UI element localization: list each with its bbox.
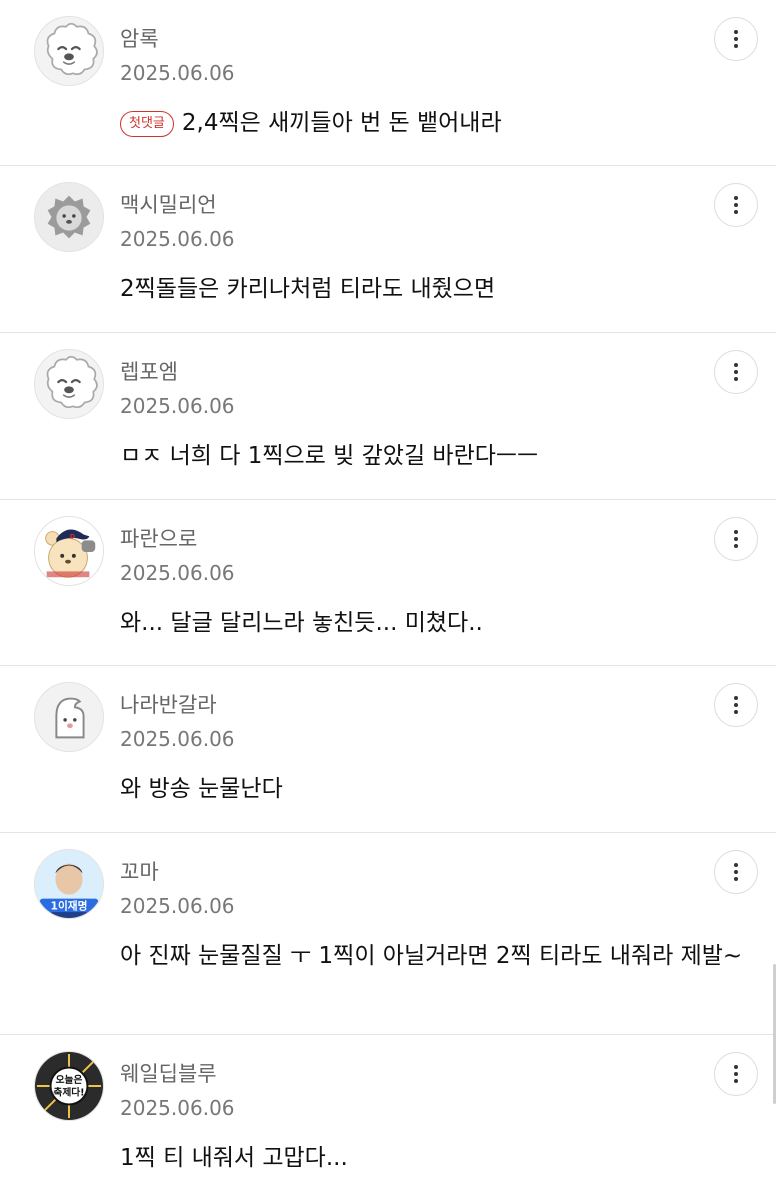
comment-item: 1이재명 꼬마 2025.06.06 아 진짜 눈물질질 ㅜ 1찍이 아닐거라면… (0, 833, 776, 1035)
more-options-button[interactable] (714, 517, 758, 561)
lion-avatar-icon[interactable] (34, 182, 104, 252)
comment-text: ㅁㅈ 너희 다 1찍으로 빚 갚았길 바란다ㅡㅡ (120, 439, 750, 473)
comment-nickname[interactable]: 나라반갈라 (120, 690, 217, 720)
comment-nickname[interactable]: 파란으로 (120, 524, 197, 554)
more-dot-icon (734, 1079, 738, 1083)
comment-date: 2025.06.06 (120, 61, 235, 85)
comment-text-content: 와 방송 눈물난다 (120, 776, 283, 802)
svg-text:D: D (70, 533, 75, 540)
comment-date: 2025.06.06 (120, 894, 235, 918)
comment-date: 2025.06.06 (120, 561, 235, 585)
comment-text: 와... 달글 달리느라 놓친듯... 미쳤다.. (120, 606, 750, 640)
comment-text: 아 진짜 눈물질질 ㅜ 1찍이 아닐거라면 2찍 티라도 내줘라 제발~ (120, 939, 750, 973)
comment-item: 나라반갈라 2025.06.06 와 방송 눈물난다 (0, 666, 776, 833)
poodle-avatar-icon[interactable] (34, 16, 104, 86)
avatar-label: 오늘은 (56, 1074, 83, 1086)
more-options-button[interactable] (714, 350, 758, 394)
more-options-button[interactable] (714, 183, 758, 227)
more-options-button[interactable] (714, 17, 758, 61)
more-options-button[interactable] (714, 1052, 758, 1096)
comment-item: 렙포엠 2025.06.06 ㅁㅈ 너희 다 1찍으로 빚 갚았길 바란다ㅡㅡ (0, 333, 776, 500)
more-dot-icon (734, 1065, 738, 1069)
more-dot-icon (734, 863, 738, 867)
comment-text-content: 아 진짜 눈물질질 ㅜ 1찍이 아닐거라면 2찍 티라도 내줘라 제발~ (120, 943, 743, 969)
more-dot-icon (734, 370, 738, 374)
comment-text-content: 와... 달글 달리느라 놓친듯... 미쳤다.. (120, 610, 483, 636)
more-dot-icon (734, 196, 738, 200)
comment-nickname[interactable]: 맥시밀리언 (120, 190, 217, 220)
comment-text: 와 방송 눈물난다 (120, 772, 750, 806)
more-dot-icon (734, 363, 738, 367)
more-dot-icon (734, 870, 738, 874)
more-dot-icon (734, 696, 738, 700)
more-dot-icon (734, 710, 738, 714)
avatar-label: 1이재명 (51, 899, 88, 912)
first-comment-badge: 첫댓글 (120, 111, 174, 137)
comment-nickname[interactable]: 암록 (120, 24, 159, 54)
comment-text: 2찍돌들은 카리나처럼 티라도 내줬으면 (120, 272, 750, 306)
more-options-button[interactable] (714, 850, 758, 894)
comment-nickname[interactable]: 렙포엠 (120, 357, 178, 387)
comment-date: 2025.06.06 (120, 727, 235, 751)
more-options-button[interactable] (714, 683, 758, 727)
more-dot-icon (734, 37, 738, 41)
more-dot-icon (734, 1072, 738, 1076)
more-dot-icon (734, 203, 738, 207)
comment-text-content: 2찍돌들은 카리나처럼 티라도 내줬으면 (120, 276, 496, 302)
more-dot-icon (734, 530, 738, 534)
comment-item: 맥시밀리언 2025.06.06 2찍돌들은 카리나처럼 티라도 내줬으면 (0, 166, 776, 333)
comment-date: 2025.06.06 (120, 227, 235, 251)
avatar-label: 축제다! (53, 1086, 84, 1099)
more-dot-icon (734, 877, 738, 881)
more-dot-icon (734, 44, 738, 48)
sticker-avatar-icon[interactable]: 오늘은 축제다! (34, 1051, 104, 1121)
comment-text-content: 1찍 티 내줘서 고맙다... (120, 1145, 348, 1171)
comment-date: 2025.06.06 (120, 394, 235, 418)
comment-item: 암록 2025.06.06 첫댓글 2,4찍은 새끼들아 번 돈 뱉어내라 (0, 0, 776, 166)
more-dot-icon (734, 537, 738, 541)
poodle-avatar-icon[interactable] (34, 349, 104, 419)
more-dot-icon (734, 544, 738, 548)
comment-text-content: 2,4찍은 새끼들아 번 돈 뱉어내라 (181, 110, 502, 136)
bear-cap-avatar-icon[interactable]: D (34, 516, 104, 586)
comment-text-content: ㅁㅈ 너희 다 1찍으로 빚 갚았길 바란다ㅡㅡ (120, 443, 539, 469)
more-dot-icon (734, 210, 738, 214)
ghost-avatar-icon[interactable] (34, 682, 104, 752)
comment-nickname[interactable]: 웨일딥블루 (120, 1059, 217, 1089)
comment-date: 2025.06.06 (120, 1096, 235, 1120)
comment-nickname[interactable]: 꼬마 (120, 857, 159, 887)
comment-item: 오늘은 축제다! 웨일딥블루 2025.06.06 1찍 티 내줘서 고맙다..… (0, 1035, 776, 1200)
more-dot-icon (734, 377, 738, 381)
comment-item: D 파란으로 2025.06.06 와... 달글 달리느라 놓친듯... 미쳤… (0, 500, 776, 666)
comment-text: 첫댓글 2,4찍은 새끼들아 번 돈 뱉어내라 (120, 106, 750, 140)
more-dot-icon (734, 703, 738, 707)
comment-text: 1찍 티 내줘서 고맙다... (120, 1141, 750, 1175)
portrait-avatar-icon[interactable]: 1이재명 (34, 849, 104, 919)
more-dot-icon (734, 30, 738, 34)
